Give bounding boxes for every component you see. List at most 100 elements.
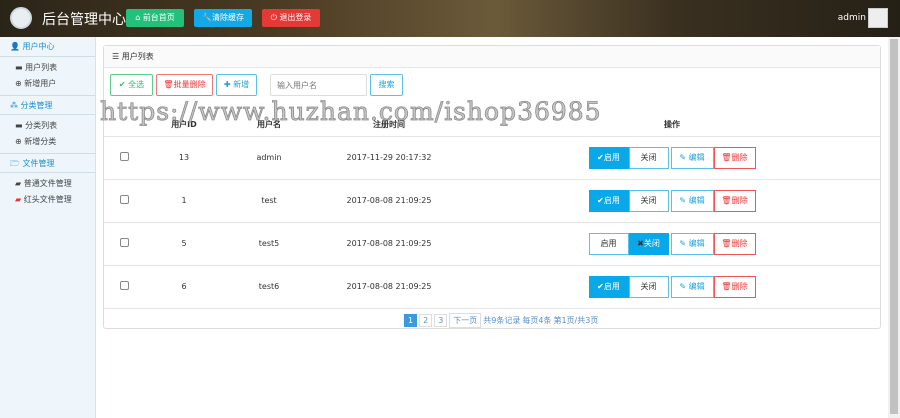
table-row: 1 test 2017-08-08 21:09:25 ✔启用 关闭 ✎ 编辑 🗑删除 bbox=[104, 179, 880, 223]
search-button[interactable]: 搜索 bbox=[370, 74, 403, 96]
wrench-icon: 🔧 bbox=[202, 13, 212, 22]
add-button[interactable]: ✚ 新增 bbox=[216, 74, 257, 96]
sidebar-item-normal-files[interactable]: ▰ 普通文件管理 bbox=[0, 176, 95, 192]
user-icon: 👤 bbox=[10, 42, 20, 51]
total-records: 共9条记录 bbox=[483, 316, 521, 325]
enable-button[interactable]: ✔启用 bbox=[588, 189, 629, 212]
label: 删除 bbox=[731, 281, 748, 291]
label: 新增 bbox=[233, 80, 250, 89]
list-icon: ▬ bbox=[15, 63, 23, 72]
enable-button[interactable]: ✔启用 bbox=[588, 146, 629, 169]
label: 关闭 bbox=[640, 195, 657, 205]
panel-title: 用户列表 bbox=[121, 52, 154, 61]
row-actions: ✔启用 关闭 ✎ 编辑 🗑删除 bbox=[464, 136, 880, 180]
label: 编辑 bbox=[688, 152, 705, 162]
batch-delete-button[interactable]: 🗑批量删除 bbox=[156, 74, 213, 96]
disable-button[interactable]: ✖关闭 bbox=[628, 232, 669, 255]
sidebar-item-user-list[interactable]: ▬ 用户列表 bbox=[0, 60, 95, 76]
edit-button[interactable]: ✎ 编辑 bbox=[670, 189, 714, 212]
disable-button[interactable]: 关闭 bbox=[628, 146, 669, 169]
delete-button[interactable]: 🗑删除 bbox=[713, 232, 756, 255]
logout-label: 退出登录 bbox=[279, 13, 312, 22]
check-icon: ✔ bbox=[597, 152, 604, 162]
label: 启用 bbox=[603, 195, 620, 205]
logout-button[interactable]: ⏻ 退出登录 bbox=[262, 9, 320, 27]
row-checkbox[interactable] bbox=[119, 281, 129, 290]
check-icon: ✔ bbox=[118, 80, 126, 89]
page-1[interactable]: 1 bbox=[404, 314, 418, 327]
sidebar-group-files[interactable]: 🗁 文件管理 bbox=[0, 153, 95, 173]
register-time: 2017-11-29 20:17:32 bbox=[314, 136, 464, 180]
edit-button[interactable]: ✎ 编辑 bbox=[670, 275, 714, 298]
col-id: 用户ID bbox=[144, 114, 224, 137]
sidebar-item-add-user[interactable]: ⊕ 新增用户 bbox=[0, 76, 95, 92]
disable-button[interactable]: 关闭 bbox=[628, 275, 669, 298]
app-title: 后台管理中心 bbox=[42, 12, 126, 28]
row-actions: 启用 ✖关闭 ✎ 编辑 🗑删除 bbox=[464, 222, 880, 266]
row-actions: ✔启用 关闭 ✎ 编辑 🗑删除 bbox=[464, 265, 880, 309]
edit-button[interactable]: ✎ 编辑 bbox=[670, 146, 714, 169]
group-title: 文件管理 bbox=[22, 159, 55, 168]
search-input[interactable] bbox=[270, 74, 367, 96]
next-page[interactable]: 下一页 bbox=[449, 313, 482, 328]
scrollbar-thumb[interactable] bbox=[890, 39, 898, 414]
user-name: test6 bbox=[224, 265, 314, 309]
page-3[interactable]: 3 bbox=[434, 314, 448, 327]
scrollbar[interactable] bbox=[888, 37, 900, 418]
label: 全选 bbox=[128, 80, 145, 89]
sidebar-item-category-list[interactable]: ▬ 分类列表 bbox=[0, 118, 95, 134]
table-row: 5 test5 2017-08-08 21:09:25 启用 ✖关闭 ✎ 编辑 🗑删… bbox=[104, 222, 880, 266]
username[interactable]: admin bbox=[838, 13, 866, 23]
clear-cache-button[interactable]: 🔧清除缓存 bbox=[194, 9, 252, 27]
label: 删除 bbox=[731, 238, 748, 248]
user-id: 6 bbox=[144, 265, 224, 309]
sidebar-group-user[interactable]: 👤 用户中心 bbox=[0, 37, 95, 57]
sidebar: 👤 用户中心 ▬ 用户列表 ⊕ 新增用户 ⁂ 分类管理 ▬ 分类列表 ⊕ 新增分… bbox=[0, 37, 96, 418]
top-bar: 后台管理中心 ⌂ 前台首页 🔧清除缓存 ⏻ 退出登录 admin bbox=[0, 0, 900, 37]
label: 编辑 bbox=[688, 238, 705, 248]
delete-button[interactable]: 🗑删除 bbox=[713, 189, 756, 212]
edit-icon: ✎ bbox=[679, 195, 687, 205]
home-label: 前台首页 bbox=[142, 13, 175, 22]
edit-button[interactable]: ✎ 编辑 bbox=[670, 232, 714, 255]
folder-icon: ▰ bbox=[15, 179, 22, 188]
delete-button[interactable]: 🗑删除 bbox=[713, 146, 756, 169]
sidebar-group-category[interactable]: ⁂ 分类管理 bbox=[0, 95, 95, 115]
label: 关闭 bbox=[640, 152, 657, 162]
col-actions: 操作 bbox=[464, 114, 880, 137]
trash-icon: 🗑 bbox=[721, 281, 732, 291]
avatar[interactable] bbox=[868, 8, 888, 28]
menu-icon: ☰ bbox=[112, 52, 120, 61]
user-table: 用户ID 用户名 注册时间 操作 13 admin 2017-11-29 20:… bbox=[104, 114, 880, 309]
item-label: 普通文件管理 bbox=[23, 179, 72, 188]
row-checkbox[interactable] bbox=[119, 152, 129, 161]
col-name: 用户名 bbox=[224, 114, 314, 137]
register-time: 2017-08-08 21:09:25 bbox=[314, 265, 464, 309]
label: 关闭 bbox=[643, 238, 660, 248]
list-icon: ▬ bbox=[15, 121, 23, 130]
enable-button[interactable]: ✔启用 bbox=[588, 275, 629, 298]
trash-icon: 🗑 bbox=[163, 80, 174, 89]
clear-cache-label: 清除缓存 bbox=[211, 13, 244, 22]
trash-icon: 🗑 bbox=[721, 152, 732, 162]
label: 编辑 bbox=[688, 195, 705, 205]
delete-button[interactable]: 🗑删除 bbox=[713, 275, 756, 298]
table-row: 13 admin 2017-11-29 20:17:32 ✔启用 关闭 ✎ 编辑 🗑… bbox=[104, 136, 880, 180]
user-list-panel: ☰ 用户列表 ✔ 全选 🗑批量删除 ✚ 新增 搜索 用户ID 用户名 注册时间 … bbox=[103, 45, 881, 329]
enable-button[interactable]: 启用 bbox=[588, 232, 629, 255]
item-label: 分类列表 bbox=[25, 121, 58, 130]
sidebar-item-add-category[interactable]: ⊕ 新增分类 bbox=[0, 134, 95, 150]
cubes-icon: ⁂ bbox=[10, 101, 18, 110]
user-id: 13 bbox=[144, 136, 224, 180]
page-2[interactable]: 2 bbox=[419, 314, 433, 327]
row-select bbox=[104, 265, 144, 309]
row-checkbox[interactable] bbox=[119, 195, 129, 204]
check-icon: ✔ bbox=[597, 195, 604, 205]
select-all-button[interactable]: ✔ 全选 bbox=[110, 74, 153, 96]
table-row: 6 test6 2017-08-08 21:09:25 ✔启用 关闭 ✎ 编辑 🗑删… bbox=[104, 265, 880, 309]
sidebar-item-red-files[interactable]: ▰ 红头文件管理 bbox=[0, 192, 95, 208]
item-label: 新增用户 bbox=[24, 79, 57, 88]
row-checkbox[interactable] bbox=[119, 238, 129, 247]
disable-button[interactable]: 关闭 bbox=[628, 189, 669, 212]
home-button[interactable]: ⌂ 前台首页 bbox=[126, 9, 184, 27]
